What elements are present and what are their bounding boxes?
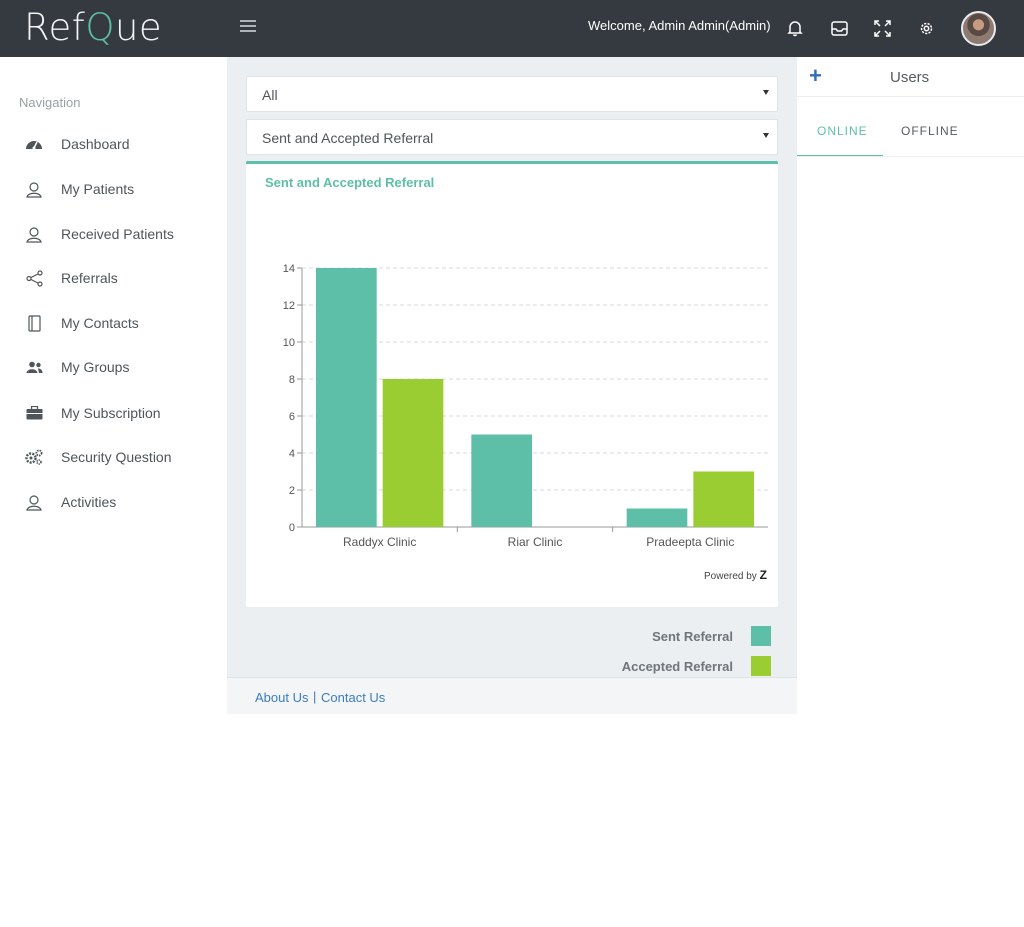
sidebar-item-referrals[interactable]: Referrals xyxy=(0,260,227,296)
sidebar-item-security-question[interactable]: Security Question xyxy=(0,439,227,475)
chart-card: Sent and Accepted Referral 0 2 4 6 8 10 12 14 Ra… xyxy=(246,161,778,607)
caret-down-icon xyxy=(763,133,769,138)
legend-item-accepted: Accepted Referral xyxy=(622,656,771,676)
legend-swatch xyxy=(751,656,771,676)
patients-icon xyxy=(24,180,44,198)
sidebar-item-my-contacts[interactable]: My Contacts xyxy=(0,305,227,341)
tab-offline[interactable]: OFFLINE xyxy=(883,117,973,157)
sidebar-item-label: My Groups xyxy=(61,359,130,375)
x-tick-label: Pradeepta Clinic xyxy=(646,535,734,549)
bell-icon[interactable] xyxy=(781,14,809,42)
powered-by-logo: Z xyxy=(759,568,767,582)
x-tick-label: Raddyx Clinic xyxy=(343,535,416,549)
user-avatar[interactable] xyxy=(961,11,996,46)
users-panel: + Users ONLINE OFFLINE xyxy=(797,57,1024,927)
select-value: All xyxy=(262,87,278,103)
legend-swatch xyxy=(751,626,771,646)
powered-by-text: Powered by xyxy=(704,571,757,582)
y-tick-label: 14 xyxy=(283,263,295,275)
logo-text-q: Q xyxy=(85,6,115,49)
sidebar-item-my-groups[interactable]: My Groups xyxy=(0,349,227,385)
y-tick-label: 12 xyxy=(283,300,295,312)
briefcase-icon xyxy=(24,404,44,422)
y-tick-label: 0 xyxy=(289,522,295,534)
tab-label: OFFLINE xyxy=(901,124,959,138)
nav-heading: Navigation xyxy=(19,95,81,110)
y-tick-label: 4 xyxy=(289,448,295,460)
contacts-book-icon xyxy=(24,314,44,332)
bar-accepted-referral xyxy=(693,471,754,527)
welcome-text: Welcome, Admin Admin(Admin) xyxy=(588,18,771,33)
sidebar-item-label: Received Patients xyxy=(61,226,174,242)
tab-label: ONLINE xyxy=(817,124,868,138)
sidebar-item-received-patients[interactable]: Received Patients xyxy=(0,216,227,252)
report-type-select[interactable]: Sent and Accepted Referral xyxy=(246,119,778,155)
tab-divider xyxy=(797,156,1024,157)
sidebar-item-label: My Contacts xyxy=(61,315,139,331)
activities-icon xyxy=(24,493,44,511)
select-value: Sent and Accepted Referral xyxy=(262,130,434,146)
y-tick-label: 2 xyxy=(289,485,295,497)
contact-us-link[interactable]: Contact Us xyxy=(321,690,385,705)
sidebar-item-label: Security Question xyxy=(61,449,172,465)
filter-select-all[interactable]: All xyxy=(246,76,778,112)
bar-accepted-referral xyxy=(382,379,444,527)
logo-text-ref: Ref xyxy=(24,6,86,49)
logo-text-ue: ue xyxy=(114,6,163,49)
bar-sent-referral xyxy=(626,508,688,527)
menu-toggle-icon[interactable] xyxy=(240,20,256,36)
y-tick-label: 6 xyxy=(289,411,295,423)
sidebar-item-dashboard[interactable]: Dashboard xyxy=(0,126,227,162)
groups-icon xyxy=(24,358,44,376)
bar-chart: 0 2 4 6 8 10 12 14 Raddyx Clinic Riar Clinic Prade… xyxy=(283,263,768,549)
legend-label: Accepted Referral xyxy=(621,658,733,674)
sidebar-item-label: My Subscription xyxy=(61,405,161,421)
dashboard-icon xyxy=(24,135,44,153)
main-content: All Sent and Accepted Referral Sent and … xyxy=(227,57,797,714)
inbox-icon[interactable] xyxy=(825,14,853,42)
users-panel-header: + Users xyxy=(797,57,1024,97)
cogs-icon xyxy=(24,448,44,466)
sidebar-item-my-patients[interactable]: My Patients xyxy=(0,171,227,207)
legend-label: Sent Referral xyxy=(652,628,733,644)
add-user-icon[interactable]: + xyxy=(809,63,822,89)
sidebar-item-label: My Patients xyxy=(61,181,135,197)
sidebar-item-label: Dashboard xyxy=(61,136,130,152)
share-icon xyxy=(24,269,44,287)
sidebar-item-label: Activities xyxy=(61,494,117,510)
users-title: Users xyxy=(890,69,930,86)
gear-icon[interactable] xyxy=(912,14,940,42)
sidebar: Navigation Dashboard My Patients Receive… xyxy=(0,57,227,927)
caret-down-icon xyxy=(763,90,769,95)
received-patients-icon xyxy=(24,225,44,243)
top-bar: RefQue Welcome, Admin Admin(Admin) xyxy=(0,0,1024,57)
sidebar-item-my-subscription[interactable]: My Subscription xyxy=(0,395,227,431)
tab-online[interactable]: ONLINE xyxy=(797,117,883,157)
sidebar-item-label: Referrals xyxy=(61,270,118,286)
bar-sent-referral xyxy=(471,434,532,527)
bar-sent-referral xyxy=(316,268,377,527)
y-tick-label: 10 xyxy=(283,337,295,349)
footer: About Us | Contact Us xyxy=(227,677,797,714)
footer-separator: | xyxy=(313,689,317,704)
sidebar-item-activities[interactable]: Activities xyxy=(0,484,227,520)
legend-item-sent: Sent Referral xyxy=(652,626,771,646)
fullscreen-icon[interactable] xyxy=(868,14,896,42)
x-tick-label: Riar Clinic xyxy=(508,535,563,549)
refque-logo[interactable]: RefQue xyxy=(24,6,162,49)
powered-by: Powered by Z xyxy=(704,568,767,582)
y-tick-label: 8 xyxy=(289,374,295,386)
about-us-link[interactable]: About Us xyxy=(255,690,308,705)
